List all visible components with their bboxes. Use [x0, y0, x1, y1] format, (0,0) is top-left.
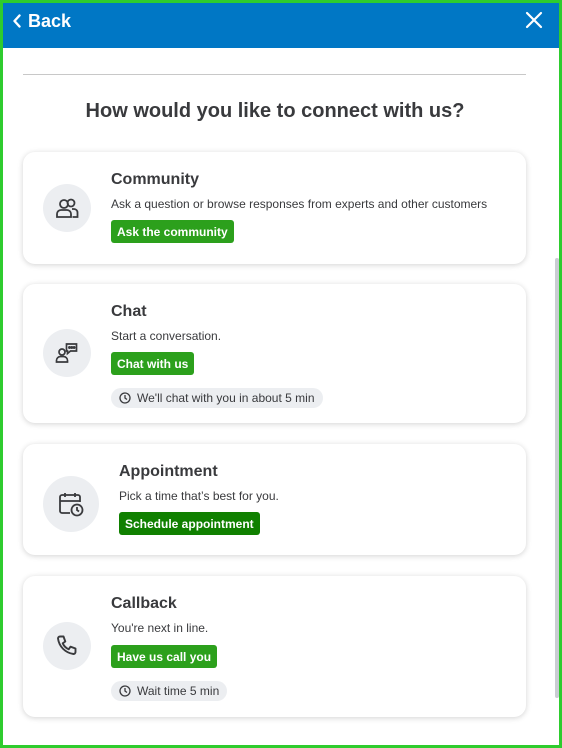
card-description: Ask a question or browse responses from … — [111, 197, 488, 211]
header-bar: Back — [0, 0, 562, 48]
page-title: How would you like to connect with us? — [85, 100, 465, 122]
card-description: You're next in line. — [111, 621, 209, 635]
wait-time-text: We'll chat with you in about 5 min — [137, 391, 315, 405]
calendar-clock-icon — [43, 476, 99, 532]
wait-time-badge: We'll chat with you in about 5 min — [111, 388, 323, 408]
community-people-icon — [43, 184, 91, 232]
chat-bubble-icon — [43, 329, 91, 377]
clock-icon — [119, 392, 131, 404]
card-title: Chat — [111, 303, 147, 320]
card-title: Community — [111, 171, 199, 188]
card-description: Start a conversation. — [111, 329, 222, 343]
chat-with-us-button[interactable]: Chat with us — [111, 352, 195, 375]
chevron-left-icon — [12, 14, 22, 28]
appointment-card: Appointment Pick a time that’s best for … — [23, 444, 526, 555]
phone-icon — [43, 622, 91, 670]
back-button[interactable]: Back — [12, 9, 71, 33]
wait-time-text: Wait time 5 min — [137, 684, 220, 698]
schedule-appointment-button[interactable]: Schedule appointment — [119, 512, 260, 535]
wait-time-badge: Wait time 5 min — [111, 681, 228, 701]
card-title: Callback — [111, 595, 177, 612]
ask-community-button[interactable]: Ask the community — [111, 220, 234, 243]
back-label: Back — [28, 10, 72, 31]
chat-card: Chat Start a conversation. Chat with us … — [23, 284, 526, 423]
scrollbar[interactable] — [555, 258, 559, 698]
callback-card: Callback You're next in line. Have us ca… — [23, 576, 526, 717]
divider — [23, 74, 526, 75]
card-description: Pick a time that’s best for you. — [119, 489, 279, 503]
community-card: Community Ask a question or browse respo… — [23, 152, 526, 264]
close-icon — [525, 11, 543, 29]
clock-icon — [119, 685, 131, 697]
card-title: Appointment — [119, 463, 218, 480]
have-us-call-button[interactable]: Have us call you — [111, 645, 218, 668]
close-button[interactable] — [524, 10, 544, 30]
